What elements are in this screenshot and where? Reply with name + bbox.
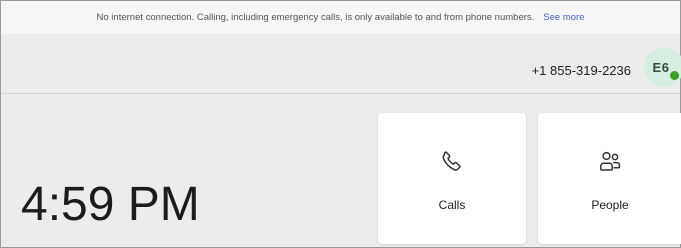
offline-message: No internet connection. Calling, includi… — [96, 12, 535, 23]
people-tile[interactable]: People — [538, 113, 681, 244]
header-divider — [1, 93, 680, 94]
calls-tile[interactable]: Calls — [378, 113, 526, 244]
see-more-link[interactable]: See more — [543, 12, 584, 23]
clock-time: 4:59 PM — [21, 178, 200, 231]
phone-number: +1 855-319-2236 — [531, 63, 631, 78]
avatar-initials: E6 — [652, 59, 670, 75]
avatar[interactable]: E6 — [644, 47, 681, 87]
people-icon — [600, 151, 621, 171]
presence-available-icon — [669, 70, 680, 81]
offline-banner: No internet connection. Calling, includi… — [1, 1, 680, 34]
calls-label: Calls — [438, 198, 466, 212]
phone-icon — [442, 151, 461, 171]
people-label: People — [591, 198, 629, 212]
